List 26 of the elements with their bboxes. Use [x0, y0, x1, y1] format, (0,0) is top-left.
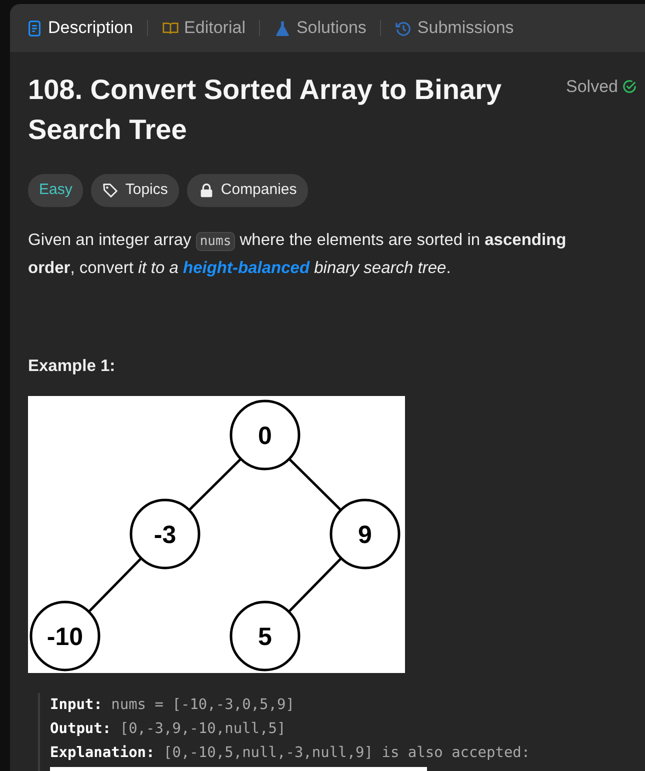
tag-button[interactable]: Topics [91, 174, 179, 206]
example-heading: Example 1: [28, 356, 116, 376]
tree-node: 5 [230, 601, 300, 672]
tag-icon [102, 182, 120, 199]
problem-title: 108. Convert Sorted Array to Binary Search Tree [28, 73, 503, 147]
flask-icon [274, 20, 292, 36]
history-icon [395, 20, 412, 36]
tree-node: 0 [230, 400, 300, 470]
example-line: Input: nums = [-10,-3,0,5,9] [50, 696, 296, 716]
tab[interactable]: Editorial [156, 11, 252, 45]
tab[interactable]: Submissions [389, 11, 520, 45]
tab[interactable]: Solutions [268, 11, 372, 45]
term-link[interactable]: height-balanced [183, 258, 310, 276]
code-term: nums [196, 232, 236, 250]
difficulty-tag[interactable]: Easy [28, 174, 84, 206]
document-icon [26, 20, 43, 36]
example-line: Explanation: [0,-10,5,null,-3,null,9] is also accepted: [50, 744, 532, 764]
tab[interactable]: Description [20, 11, 140, 45]
tree-node: 9 [330, 499, 400, 570]
status-label: Solved [566, 76, 618, 98]
example-line: Output: [0,-3,9,-10,null,5] [50, 720, 287, 740]
tree-node: -3 [130, 499, 200, 570]
tree-node: -10 [30, 601, 100, 672]
problem-description: Given an integer array nums where the elements are sorted in ascending order, convert it to a height-balanced binary search tree. [28, 230, 568, 278]
book-icon [162, 20, 180, 36]
lock-button[interactable]: Companies [186, 174, 308, 206]
